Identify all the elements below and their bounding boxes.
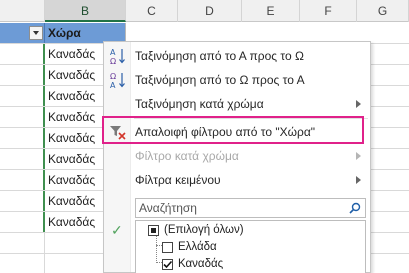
menu-item-sort-z-to-a[interactable]: Ω A Ταξινόμηση από το Ω προς το Α — [104, 68, 370, 92]
row-cell-a[interactable] — [0, 107, 45, 127]
column-headers: B C D E F G — [0, 0, 409, 22]
menu-item-label: Φίλτρο κατά χρώμα — [135, 149, 239, 163]
row-cell-a[interactable] — [0, 44, 45, 64]
row-cell-a[interactable] — [0, 254, 45, 273]
chevron-down-icon — [33, 31, 39, 35]
row-cell-a[interactable] — [0, 149, 45, 169]
chevron-right-icon — [356, 176, 361, 184]
header-label: Χώρα — [48, 26, 81, 40]
sort-descending-icon: Ω A — [109, 71, 127, 90]
menu-item-label: Ταξινόμηση από το Α προς το Ω — [135, 49, 304, 63]
column-header-d[interactable]: D — [178, 0, 242, 22]
column-header-b[interactable]: B — [45, 0, 126, 22]
filter-values-list: (Επιλογή όλων) Ελλάδα Καναδάς — [135, 220, 366, 273]
checkmark-icon: ✓ — [111, 222, 123, 238]
menu-item-filter-by-color[interactable]: Φίλτρο κατά χρώμα — [104, 144, 370, 168]
sort-ascending-icon: A Ω — [109, 47, 127, 66]
menu-item-sort-by-color[interactable]: Ταξινόμηση κατά χρώμα — [104, 92, 370, 116]
row-cell-a[interactable] — [0, 65, 45, 85]
checkbox-canada[interactable] — [162, 259, 173, 270]
search-icon[interactable] — [349, 202, 361, 214]
row-cell-a[interactable] — [0, 170, 45, 190]
column-header-e[interactable]: E — [242, 0, 300, 22]
chevron-right-icon — [356, 152, 361, 160]
svg-text:Ω: Ω — [110, 72, 116, 81]
chevron-right-icon — [356, 100, 361, 108]
checkbox-greece[interactable] — [162, 242, 173, 253]
row-cell-a[interactable] — [0, 233, 45, 253]
row-cell-a[interactable] — [0, 212, 45, 232]
header-cell-country[interactable]: Χώρα — [45, 23, 126, 43]
search-input[interactable]: Αναζήτηση — [139, 199, 197, 217]
column-header-g[interactable]: G — [357, 0, 409, 22]
menu-item-label: Ταξινόμηση κατά χρώμα — [135, 97, 264, 111]
menu-item-sort-a-to-z[interactable]: A Ω Ταξινόμηση από το Α προς το Ω — [104, 44, 370, 68]
row-cell-a[interactable] — [0, 191, 45, 211]
svg-text:Ω: Ω — [110, 57, 116, 65]
menu-item-label: Ταξινόμηση από το Ω προς το Α — [135, 73, 305, 87]
checkbox-select-all[interactable] — [148, 225, 159, 236]
column-header-a[interactable] — [0, 0, 45, 22]
column-header-f[interactable]: F — [300, 0, 357, 22]
row-cell-a[interactable] — [0, 86, 45, 106]
highlight-box — [102, 116, 364, 144]
row-cell-a[interactable] — [0, 128, 45, 148]
check-icon — [163, 260, 173, 269]
header-cell-a[interactable] — [0, 23, 45, 43]
list-item-label: (Επιλογή όλων) — [164, 224, 244, 236]
column-header-c[interactable]: C — [126, 0, 178, 22]
list-item-label: Ελλάδα — [178, 241, 217, 253]
svg-text:A: A — [110, 81, 116, 89]
filter-dropdown-button[interactable] — [29, 26, 43, 40]
list-item-label: Καναδάς — [178, 258, 224, 270]
autofilter-menu: A Ω Ταξινόμηση από το Α προς το Ω Ω A Τα… — [102, 41, 371, 273]
menu-item-text-filters[interactable]: Φίλτρα κειμένου — [104, 168, 370, 192]
svg-text:A: A — [110, 48, 116, 57]
menu-item-label: Φίλτρα κειμένου — [135, 173, 221, 187]
search-box[interactable]: Αναζήτηση — [135, 198, 366, 218]
